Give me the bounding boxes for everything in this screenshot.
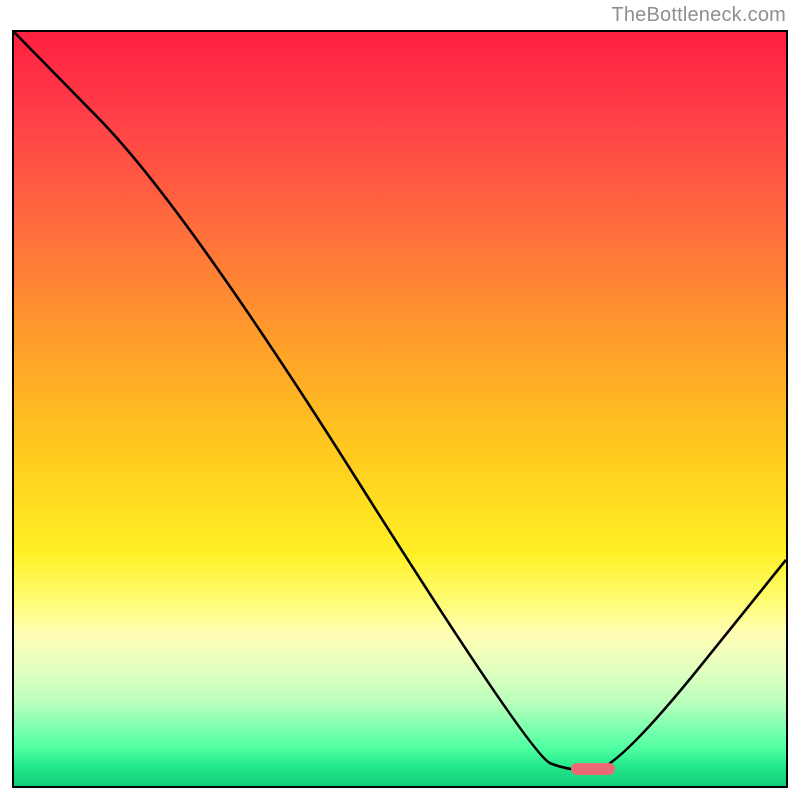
bottleneck-curve xyxy=(14,32,786,786)
optimal-point-marker xyxy=(571,763,615,775)
watermark-text: TheBottleneck.com xyxy=(611,4,786,27)
chart-frame xyxy=(12,30,788,788)
